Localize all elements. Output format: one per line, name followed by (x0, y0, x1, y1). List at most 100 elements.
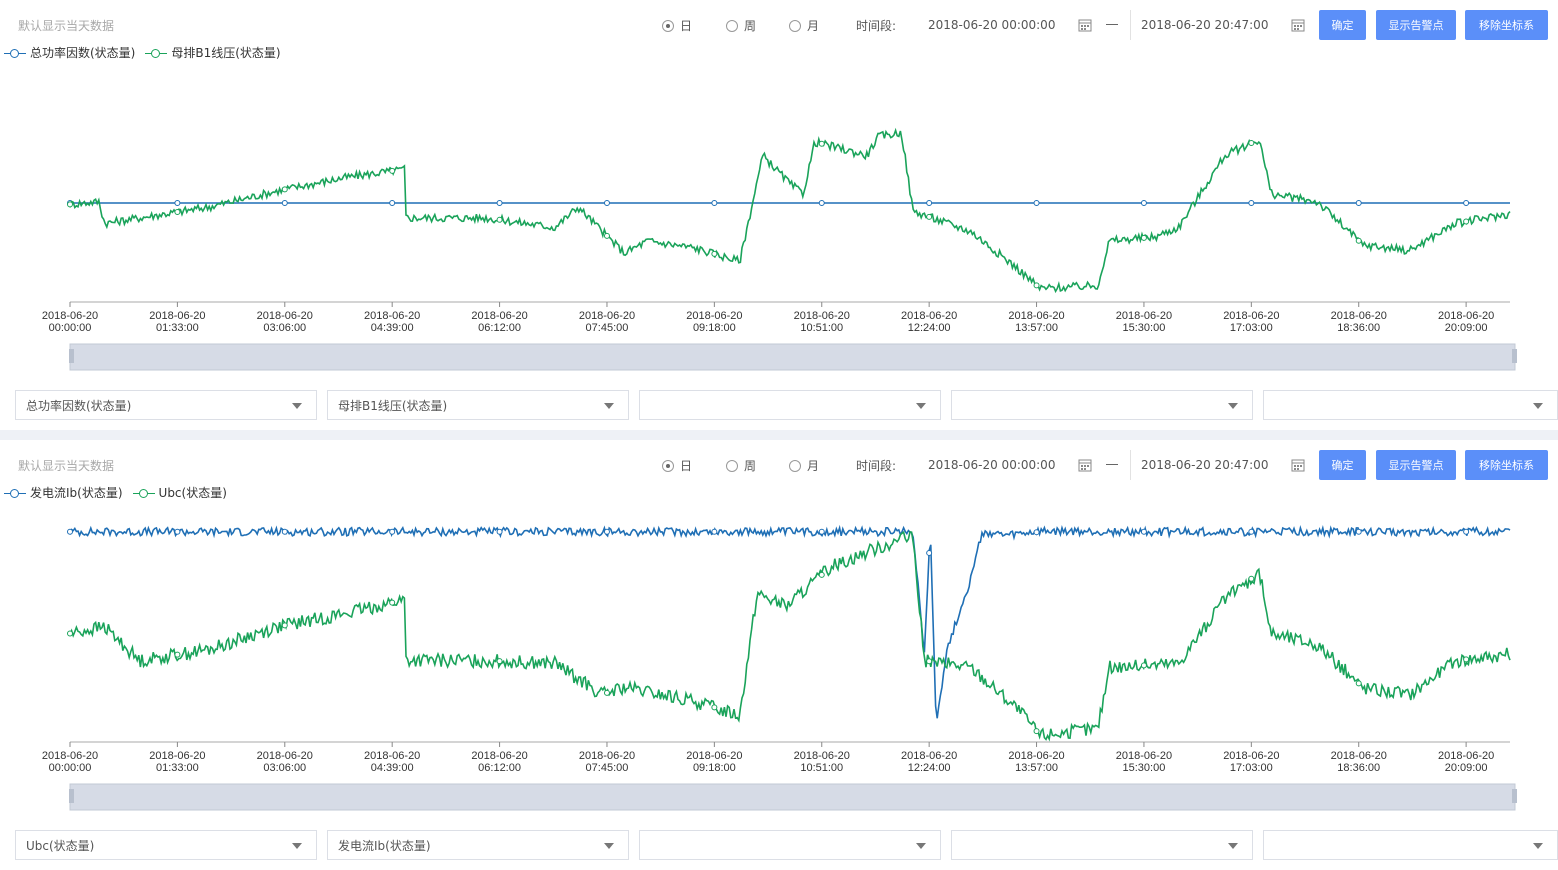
radio-month[interactable]: 月 (789, 17, 819, 34)
data-point[interactable] (389, 599, 396, 606)
data-point[interactable] (1033, 199, 1040, 206)
series-select-2[interactable]: 发电流Ib(状态量) (327, 830, 629, 860)
data-point[interactable] (67, 630, 73, 637)
data-point[interactable] (1463, 528, 1470, 535)
data-point[interactable] (603, 232, 610, 239)
data-point[interactable] (1355, 528, 1362, 535)
zoom-handle-left[interactable] (69, 789, 74, 803)
zoom-track[interactable] (69, 343, 1516, 371)
data-point[interactable] (281, 199, 288, 206)
data-point[interactable] (926, 199, 933, 206)
radio-day[interactable]: 日 (662, 17, 692, 34)
series-select-4[interactable] (951, 390, 1253, 420)
line-chart[interactable]: 2018-06-2000:00:002018-06-2001:33:002018… (0, 60, 1558, 380)
data-zoom-slider[interactable] (69, 783, 1517, 811)
radio-week[interactable]: 周 (726, 17, 756, 34)
legend-item[interactable]: 总功率因数(状态量) (4, 44, 135, 61)
data-point[interactable] (496, 658, 503, 665)
calendar-icon[interactable] (1291, 18, 1305, 32)
confirm-button[interactable]: 确定 (1319, 450, 1366, 480)
data-point[interactable] (1033, 529, 1040, 536)
data-point[interactable] (174, 651, 181, 658)
series-select-4[interactable] (951, 830, 1253, 860)
series-select-5[interactable] (1263, 830, 1558, 860)
data-point[interactable] (603, 689, 610, 696)
data-zoom-slider[interactable] (69, 343, 1517, 371)
calendar-icon[interactable] (1078, 18, 1092, 32)
remove-axis-button[interactable]: 移除坐标系 (1465, 10, 1548, 40)
data-point[interactable] (1248, 140, 1255, 147)
confirm-button[interactable]: 确定 (1319, 10, 1366, 40)
data-point[interactable] (496, 216, 503, 223)
series-select-5[interactable] (1263, 390, 1558, 420)
data-point[interactable] (174, 528, 181, 535)
legend-item[interactable]: 发电流Ib(状态量) (4, 484, 123, 501)
data-point[interactable] (496, 528, 503, 535)
data-point[interactable] (281, 186, 288, 193)
data-point[interactable] (67, 201, 73, 208)
data-point[interactable] (281, 622, 288, 629)
data-point[interactable] (711, 199, 718, 206)
series-select-3[interactable] (639, 830, 941, 860)
zoom-handle-right[interactable] (1512, 349, 1517, 363)
data-point[interactable] (711, 528, 718, 535)
data-point[interactable] (1463, 199, 1470, 206)
data-point[interactable] (818, 140, 825, 147)
start-date-picker[interactable]: 2018-06-20 00:00:00 (918, 10, 1096, 40)
show-alarm-points-button[interactable]: 显示告警点 (1376, 10, 1456, 40)
series-line[interactable] (69, 530, 1511, 742)
radio-month[interactable]: 月 (789, 457, 819, 474)
data-point[interactable] (1033, 728, 1040, 735)
data-point[interactable] (1248, 575, 1255, 582)
data-point[interactable] (1248, 199, 1255, 206)
data-point[interactable] (711, 250, 718, 257)
series-select-1[interactable]: Ubc(状态量) (15, 830, 317, 860)
legend-item[interactable]: 母排B1线压(状态量) (145, 44, 281, 61)
end-date-picker[interactable]: 2018-06-20 20:47:00 (1130, 10, 1309, 40)
data-point[interactable] (1140, 199, 1147, 206)
data-point[interactable] (1463, 656, 1470, 663)
series-select-3[interactable] (639, 390, 941, 420)
radio-day[interactable]: 日 (662, 457, 692, 474)
calendar-icon[interactable] (1078, 458, 1092, 472)
zoom-track[interactable] (69, 783, 1516, 811)
data-point[interactable] (389, 199, 396, 206)
data-point[interactable] (1463, 218, 1470, 225)
data-point[interactable] (1033, 282, 1040, 289)
zoom-handle-right[interactable] (1512, 789, 1517, 803)
data-point[interactable] (926, 213, 933, 220)
data-point[interactable] (496, 199, 503, 206)
data-point[interactable] (281, 528, 288, 535)
data-point[interactable] (1355, 237, 1362, 244)
legend-item[interactable]: Ubc(状态量) (132, 484, 227, 501)
end-date-picker[interactable]: 2018-06-20 20:47:00 (1130, 450, 1309, 480)
data-point[interactable] (1355, 199, 1362, 206)
data-point[interactable] (1355, 680, 1362, 687)
series-select-2[interactable]: 母排B1线压(状态量) (327, 390, 629, 420)
series-select-1[interactable]: 总功率因数(状态量) (15, 390, 317, 420)
data-point[interactable] (1140, 528, 1147, 535)
start-date-picker[interactable]: 2018-06-20 00:00:00 (918, 450, 1096, 480)
data-point[interactable] (1140, 662, 1147, 669)
data-point[interactable] (711, 704, 718, 711)
data-point[interactable] (174, 208, 181, 215)
show-alarm-points-button[interactable]: 显示告警点 (1376, 450, 1456, 480)
data-point[interactable] (603, 528, 610, 535)
data-point[interactable] (67, 528, 73, 535)
radio-week[interactable]: 周 (726, 457, 756, 474)
data-point[interactable] (389, 167, 396, 174)
data-point[interactable] (926, 549, 933, 556)
calendar-icon[interactable] (1291, 458, 1305, 472)
data-point[interactable] (174, 199, 181, 206)
data-point[interactable] (818, 528, 825, 535)
data-point[interactable] (926, 658, 933, 665)
data-point[interactable] (603, 199, 610, 206)
data-point[interactable] (1248, 528, 1255, 535)
data-point[interactable] (818, 571, 825, 578)
data-point[interactable] (1140, 234, 1147, 241)
line-chart[interactable]: 2018-06-2000:00:002018-06-2001:33:002018… (0, 500, 1558, 820)
data-point[interactable] (389, 528, 396, 535)
zoom-handle-left[interactable] (69, 349, 74, 363)
remove-axis-button[interactable]: 移除坐标系 (1465, 450, 1548, 480)
series-line[interactable] (69, 127, 1511, 294)
